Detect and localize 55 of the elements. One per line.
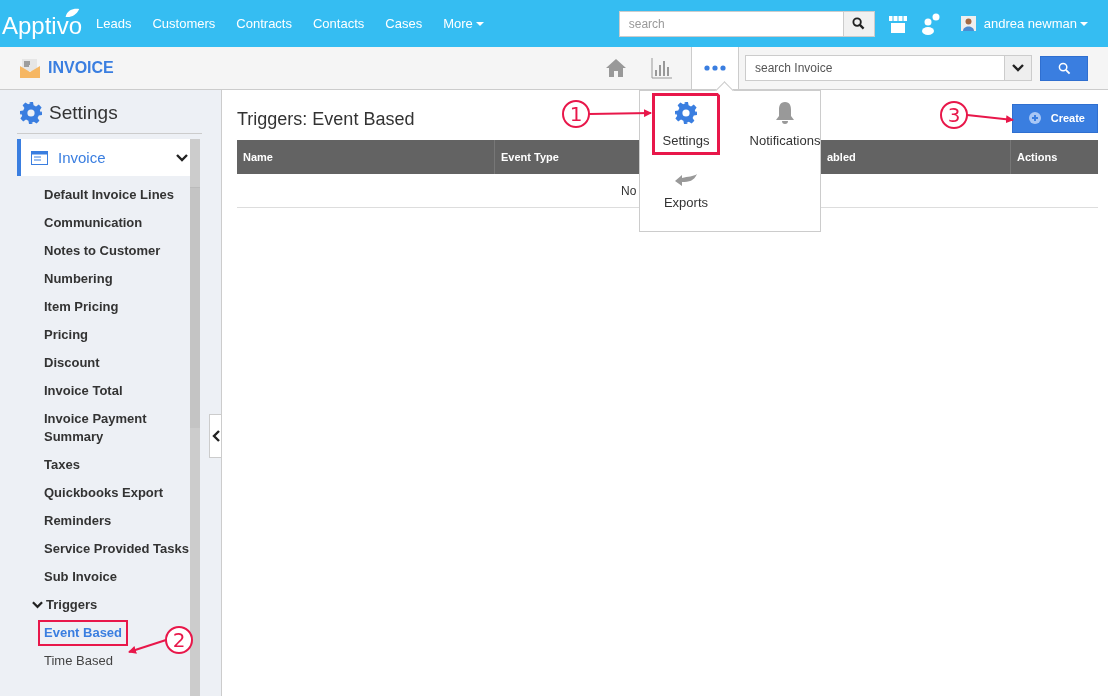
- sidebar-item[interactable]: Item Pricing: [17, 293, 190, 321]
- settings-icon: [674, 100, 698, 125]
- sidebar-item[interactable]: Event Based: [38, 620, 129, 646]
- menu-item[interactable]: Settings: [652, 93, 720, 155]
- sidebar-item[interactable]: Invoice Total: [17, 377, 190, 405]
- sidebar-title: Settings: [49, 102, 118, 124]
- column-header: Event Type: [501, 151, 559, 163]
- avatar-icon[interactable]: [960, 16, 976, 31]
- search-field[interactable]: search Invoice: [745, 55, 1005, 81]
- sidebar-item[interactable]: Default Invoice Lines: [17, 181, 190, 209]
- toolbar-tab[interactable]: [691, 47, 739, 89]
- sidebar-group[interactable]: Triggers: [17, 591, 190, 619]
- sidebar-item[interactable]: Service Provided Tasks: [17, 535, 190, 563]
- sidebar-item[interactable]: Reminders: [17, 507, 190, 535]
- numbered-callout: 1: [561, 99, 653, 129]
- people-icon[interactable]: [920, 12, 941, 35]
- page-title: Triggers: Event Based: [237, 108, 415, 130]
- chevron-down-icon: [32, 601, 43, 609]
- sidebar-item[interactable]: Notes to Customer: [17, 237, 190, 265]
- chevron-down-icon: [176, 153, 188, 162]
- menu-item[interactable]: Exports: [652, 159, 720, 221]
- bar-chart-icon: [651, 57, 673, 79]
- column-header: Actions: [1017, 151, 1058, 163]
- section-header[interactable]: Invoice: [17, 139, 190, 176]
- plus-icon: [1028, 112, 1041, 124]
- sidebar-item[interactable]: Invoice Payment Summary: [17, 405, 190, 451]
- settings-icon: [19, 101, 43, 125]
- chevron-left-icon: [211, 430, 220, 442]
- empty-message: No: [621, 183, 637, 198]
- search-field[interactable]: search: [618, 10, 844, 37]
- envelope-icon: [20, 58, 40, 78]
- app-title: INVOICE: [48, 59, 114, 77]
- sidebar-item[interactable]: Sub Invoice: [17, 563, 190, 591]
- bell-icon: [775, 100, 795, 125]
- chevron-down-icon: [1012, 64, 1024, 72]
- dropdown-button[interactable]: [1005, 55, 1032, 81]
- collapse-button[interactable]: [209, 414, 221, 458]
- numbered-callout: 2: [127, 624, 195, 656]
- home-icon: [605, 58, 627, 78]
- sidebar-item[interactable]: Numbering: [17, 265, 190, 293]
- numbered-callout: 3: [939, 100, 1015, 132]
- sidebar-item[interactable]: Quickbooks Export: [17, 479, 190, 507]
- column-header: Name: [243, 151, 273, 163]
- sidebar-item[interactable]: Communication: [17, 209, 190, 237]
- search-icon: [1057, 61, 1071, 75]
- sidebar-item[interactable]: Discount: [17, 349, 190, 377]
- store-icon[interactable]: [887, 13, 908, 34]
- sidebar-item[interactable]: Time Based: [38, 648, 119, 674]
- create-button[interactable]: Create: [1011, 103, 1098, 133]
- window-icon: [31, 150, 48, 165]
- sidebar-item[interactable]: Pricing: [17, 321, 190, 349]
- search-icon: [852, 17, 866, 30]
- scrollbar-thumb[interactable]: [190, 187, 200, 428]
- sidebar-item[interactable]: Taxes: [17, 451, 190, 479]
- more-icon: [704, 65, 726, 71]
